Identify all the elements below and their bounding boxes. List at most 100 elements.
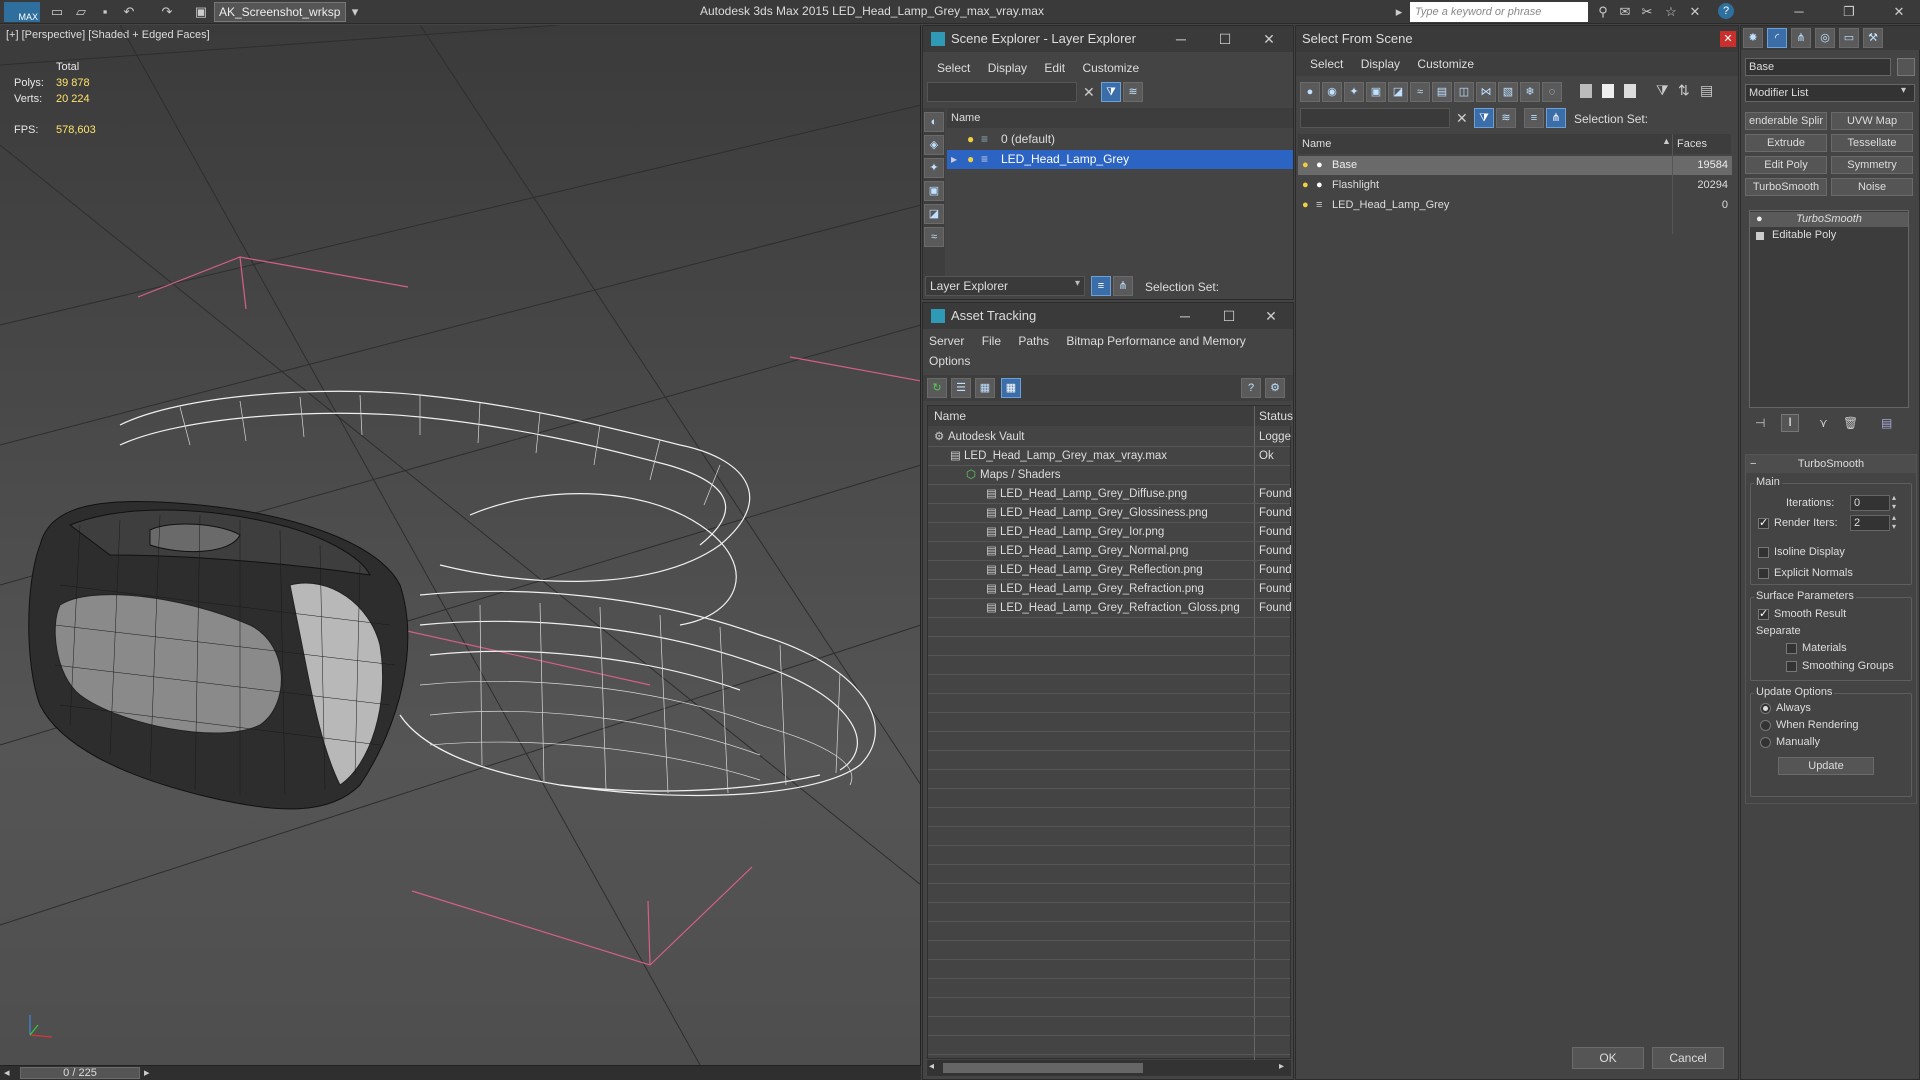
modify-tab-icon[interactable]: ◜ — [1767, 28, 1787, 48]
scene-explorer-maximize-icon[interactable]: ☐ — [1203, 26, 1247, 52]
spinner-arrows-icon[interactable]: ▴ ▾ — [1892, 493, 1896, 511]
configure-sets-icon[interactable]: ▤ — [1881, 416, 1892, 430]
app-logo[interactable]: MAX — [4, 2, 40, 22]
sort-icon[interactable]: ⇅ — [1678, 82, 1690, 99]
funnel-icon[interactable]: ⧩ — [1656, 82, 1669, 99]
expand-plus-icon[interactable] — [1756, 232, 1764, 240]
communication-icon[interactable]: ✉ — [1616, 3, 1634, 21]
object-name-field[interactable]: Base — [1745, 58, 1891, 76]
save-icon[interactable]: ▪ — [96, 3, 114, 21]
asset-row[interactable]: ▤ LED_Head_Lamp_Grey_Ior.png Found — [928, 523, 1292, 542]
layer-explorer-dropdown[interactable]: Layer Explorer — [925, 276, 1085, 296]
search-input[interactable]: Type a keyword or phrase — [1410, 2, 1588, 22]
uvw-map-button[interactable]: UVW Map — [1831, 112, 1913, 130]
explicit-normals-checkbox[interactable] — [1758, 568, 1769, 579]
scroll-right-icon[interactable]: ▸ — [1279, 1061, 1284, 1072]
display-tab-icon[interactable]: ▭ — [1839, 28, 1859, 48]
asset-row[interactable]: ▤ LED_Head_Lamp_Grey_Glossiness.png Found — [928, 504, 1292, 523]
asset-row[interactable]: ▤ LED_Head_Lamp_Grey_max_vray.max Ok — [928, 447, 1290, 466]
sfs-name-header[interactable]: Name — [1298, 134, 1672, 154]
asset-row[interactable]: ⚙ Autodesk Vault Logge — [928, 428, 1291, 447]
rollout-collapse-icon[interactable]: − — [1750, 455, 1756, 473]
sfs-layers-icon[interactable]: ≡ — [1524, 108, 1544, 128]
bulb-icon[interactable]: ● — [967, 150, 974, 169]
layer-explorer-chevron-icon[interactable]: ▾ — [1075, 278, 1080, 289]
open-file-icon[interactable]: ▱ — [72, 3, 90, 21]
asset-row[interactable]: ▤ LED_Head_Lamp_Grey_Refraction.png Found — [928, 580, 1292, 599]
undo-icon[interactable]: ↶ — [120, 3, 138, 21]
filter-groups-icon[interactable]: ▤ — [1432, 82, 1452, 102]
display-cameras-icon[interactable]: ▣ — [924, 181, 944, 201]
manually-radio[interactable] — [1760, 737, 1771, 748]
filter-bones-icon[interactable]: ⋈ — [1476, 82, 1496, 102]
menu-customize[interactable]: Customize — [1082, 56, 1139, 80]
scene-explorer-name-header[interactable]: Name — [947, 108, 1293, 128]
turbosmooth-button[interactable]: TurboSmooth — [1745, 178, 1827, 196]
select-from-scene-title[interactable]: Select From Scene — [1296, 26, 1738, 52]
asset-tracking-minimize-icon[interactable]: ─ — [1163, 303, 1207, 329]
time-slider[interactable]: ◂ 0 / 225 ▸ — [0, 1065, 921, 1080]
menu-display[interactable]: Display — [988, 56, 1027, 80]
create-tab-icon[interactable]: ✸ — [1743, 28, 1763, 48]
scroll-left-icon[interactable]: ◂ — [929, 1061, 934, 1072]
asset-tracking-close-icon[interactable]: ✕ — [1249, 303, 1293, 329]
spinner-arrows-icon[interactable]: ▴ ▾ — [1892, 513, 1896, 531]
tools-icon[interactable]: ✂ — [1638, 3, 1656, 21]
bulb-icon[interactable]: ● — [1302, 176, 1309, 195]
asset-row[interactable]: ▤ LED_Head_Lamp_Grey_Refraction_Gloss.png… — [928, 599, 1292, 618]
filter-xrefs-icon[interactable]: ◫ — [1454, 82, 1474, 102]
asset-hscrollbar[interactable]: ◂ ▸ — [927, 1060, 1291, 1076]
sfs-hierarchy-icon[interactable]: ⋔ — [1546, 108, 1566, 128]
isoline-display-checkbox[interactable] — [1758, 547, 1769, 558]
menu-options[interactable]: Options — [929, 349, 970, 373]
update-button[interactable]: Update — [1778, 757, 1874, 775]
filter-helpers-icon[interactable]: ◪ — [1388, 82, 1408, 102]
motion-tab-icon[interactable]: ◎ — [1815, 28, 1835, 48]
select-from-scene-close-icon[interactable]: ✕ — [1720, 31, 1736, 47]
close-x-icon[interactable]: ✕ — [1686, 3, 1704, 21]
tessellate-button[interactable]: Tessellate — [1831, 134, 1913, 152]
favorites-icon[interactable]: ☆ — [1662, 3, 1680, 21]
workspace-chevron-icon[interactable]: ▾ — [346, 3, 364, 21]
asset-row[interactable]: ▤ LED_Head_Lamp_Grey_Reflection.png Found — [928, 561, 1292, 580]
filter-frozen-icon[interactable]: ❄ — [1520, 82, 1540, 102]
sfs-filter-input[interactable] — [1300, 108, 1450, 128]
filter-shapes-icon[interactable]: ◉ — [1322, 82, 1342, 102]
object-row-selected[interactable]: ● ● Base 19584 — [1298, 156, 1732, 175]
iterations-spinner[interactable]: 0 — [1850, 495, 1890, 511]
when-rendering-radio[interactable] — [1760, 720, 1771, 731]
scene-explorer-filter-input[interactable] — [927, 82, 1077, 102]
display-geometry-icon[interactable]: ◐ — [924, 112, 944, 132]
display-lights-icon[interactable]: ✦ — [924, 158, 944, 178]
sfs-clear-filter-icon[interactable]: ✕ — [1456, 110, 1468, 127]
filter-geometry-icon[interactable]: ● — [1300, 82, 1320, 102]
object-row[interactable]: ● ● Flashlight 20294 — [1298, 176, 1732, 195]
scene-explorer-minimize-icon[interactable]: ─ — [1159, 26, 1203, 52]
extrude-button[interactable]: Extrude — [1745, 134, 1827, 152]
perspective-viewport[interactable]: [+] [Perspective] [Shaded + Edged Faces]… — [0, 25, 921, 1065]
help-icon[interactable]: ? — [1241, 378, 1261, 398]
renderable-spline-button[interactable]: enderable Splir — [1745, 112, 1827, 130]
object-row[interactable]: ● ≡ LED_Head_Lamp_Grey 0 — [1298, 196, 1732, 215]
stack-item-editable-poly[interactable]: Editable Poly — [1750, 228, 1908, 243]
display-spacewarps-icon[interactable]: ≈ — [924, 227, 944, 247]
layer-row-selected[interactable]: ▸ ● ≡ LED_Head_Lamp_Grey — [947, 150, 1293, 169]
redo-icon[interactable]: ↷ — [158, 3, 176, 21]
new-file-icon[interactable]: ▭ — [48, 3, 66, 21]
scene-explorer-close-icon[interactable]: ✕ — [1247, 26, 1291, 52]
sort-layers-icon[interactable]: ≡ — [1091, 276, 1111, 296]
bulb-icon[interactable]: ● — [967, 130, 974, 149]
filter-spacewarps-icon[interactable]: ≈ — [1410, 82, 1430, 102]
time-prev-icon[interactable]: ◂ — [4, 1066, 10, 1079]
select-all-icon[interactable] — [1580, 84, 1592, 98]
menu-select[interactable]: Select — [1310, 52, 1343, 76]
sfs-faces-header[interactable]: Faces — [1673, 134, 1731, 154]
light-bulb-icon[interactable]: ● — [1756, 212, 1763, 227]
display-helpers-icon[interactable]: ◪ — [924, 204, 944, 224]
time-next-icon[interactable]: ▸ — [144, 1066, 150, 1079]
asset-status-header[interactable]: Status — [1255, 406, 1293, 426]
thumbnail-icon[interactable]: ▦ — [975, 378, 995, 398]
columns-icon[interactable]: ▤ — [1700, 82, 1713, 99]
sort-ascending-icon[interactable]: ▲ — [1662, 136, 1671, 146]
pin-stack-icon[interactable]: ⊣ — [1755, 416, 1765, 430]
